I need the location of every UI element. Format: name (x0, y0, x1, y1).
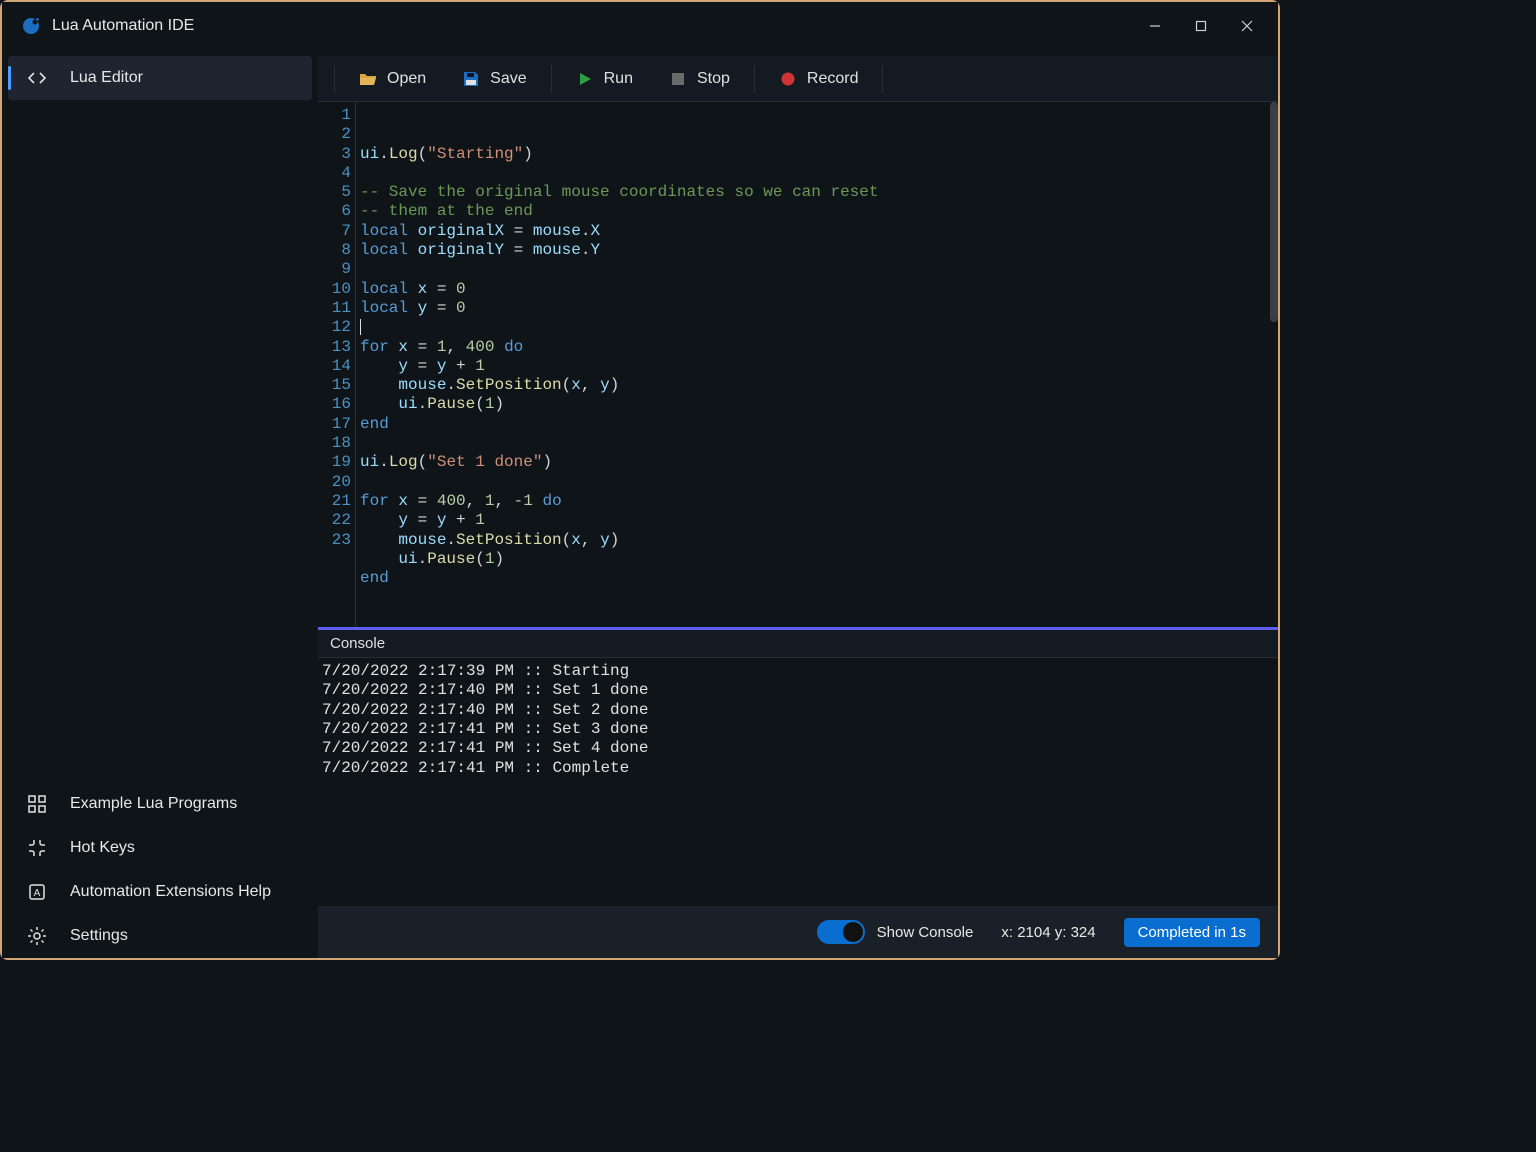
grid-icon (26, 793, 48, 815)
sidebar-item-hotkeys[interactable]: Hot Keys (8, 826, 312, 870)
app-logo-icon (22, 17, 40, 35)
sidebar-item-label: Lua Editor (70, 69, 143, 87)
app-title: Lua Automation IDE (52, 17, 194, 35)
svg-text:A: A (34, 888, 41, 899)
maximize-button[interactable] (1178, 6, 1224, 46)
sidebar-item-lua-editor[interactable]: Lua Editor (8, 56, 312, 100)
console-title: Console (330, 635, 385, 652)
sidebar-item-help[interactable]: A Automation Extensions Help (8, 870, 312, 914)
statusbar: Show Console x: 2104 y: 324 Completed in… (318, 906, 1278, 958)
folder-open-icon (359, 70, 377, 88)
code-content[interactable]: ui.Log("Starting") -- Save the original … (356, 102, 1278, 627)
toggle-label: Show Console (877, 924, 974, 941)
keyboard-icon (26, 837, 48, 859)
sidebar: Lua Editor Example Lua Programs Hot Keys… (2, 50, 318, 958)
toggle-switch-icon[interactable] (817, 920, 865, 944)
save-icon (462, 70, 480, 88)
stop-button[interactable]: Stop (651, 61, 748, 97)
toolbar-label: Stop (697, 70, 730, 88)
toolbar-label: Record (807, 70, 859, 88)
console-output[interactable]: 7/20/2022 2:17:39 PM :: Starting7/20/202… (318, 658, 1278, 906)
toolbar-label: Save (490, 70, 526, 88)
scrollbar-thumb[interactable] (1270, 102, 1278, 322)
run-button[interactable]: Run (558, 61, 651, 97)
console-header: Console (318, 630, 1278, 658)
toolbar: Open Save Run Stop (318, 56, 1278, 102)
toolbar-label: Open (387, 70, 426, 88)
sidebar-item-label: Hot Keys (70, 839, 135, 857)
code-editor[interactable]: 1234567891011121314151617181920212223 ui… (318, 102, 1278, 627)
sidebar-item-settings[interactable]: Settings (8, 914, 312, 958)
line-number-gutter: 1234567891011121314151617181920212223 (318, 102, 356, 627)
show-console-toggle[interactable]: Show Console (817, 920, 974, 944)
titlebar: Lua Automation IDE (2, 2, 1278, 50)
sidebar-item-examples[interactable]: Example Lua Programs (8, 782, 312, 826)
help-icon: A (26, 881, 48, 903)
mouse-coordinates: x: 2104 y: 324 (1001, 924, 1095, 941)
code-icon (26, 67, 48, 89)
sidebar-item-label: Example Lua Programs (70, 795, 237, 813)
toolbar-label: Run (604, 70, 633, 88)
minimize-button[interactable] (1132, 6, 1178, 46)
stop-icon (669, 70, 687, 88)
open-button[interactable]: Open (341, 61, 444, 97)
close-button[interactable] (1224, 6, 1270, 46)
record-icon (779, 70, 797, 88)
status-badge[interactable]: Completed in 1s (1124, 918, 1260, 947)
sidebar-item-label: Automation Extensions Help (70, 883, 271, 901)
save-button[interactable]: Save (444, 61, 544, 97)
gear-icon (26, 925, 48, 947)
record-button[interactable]: Record (761, 61, 877, 97)
main-area: Open Save Run Stop (318, 50, 1278, 958)
sidebar-item-label: Settings (70, 927, 128, 945)
play-icon (576, 70, 594, 88)
